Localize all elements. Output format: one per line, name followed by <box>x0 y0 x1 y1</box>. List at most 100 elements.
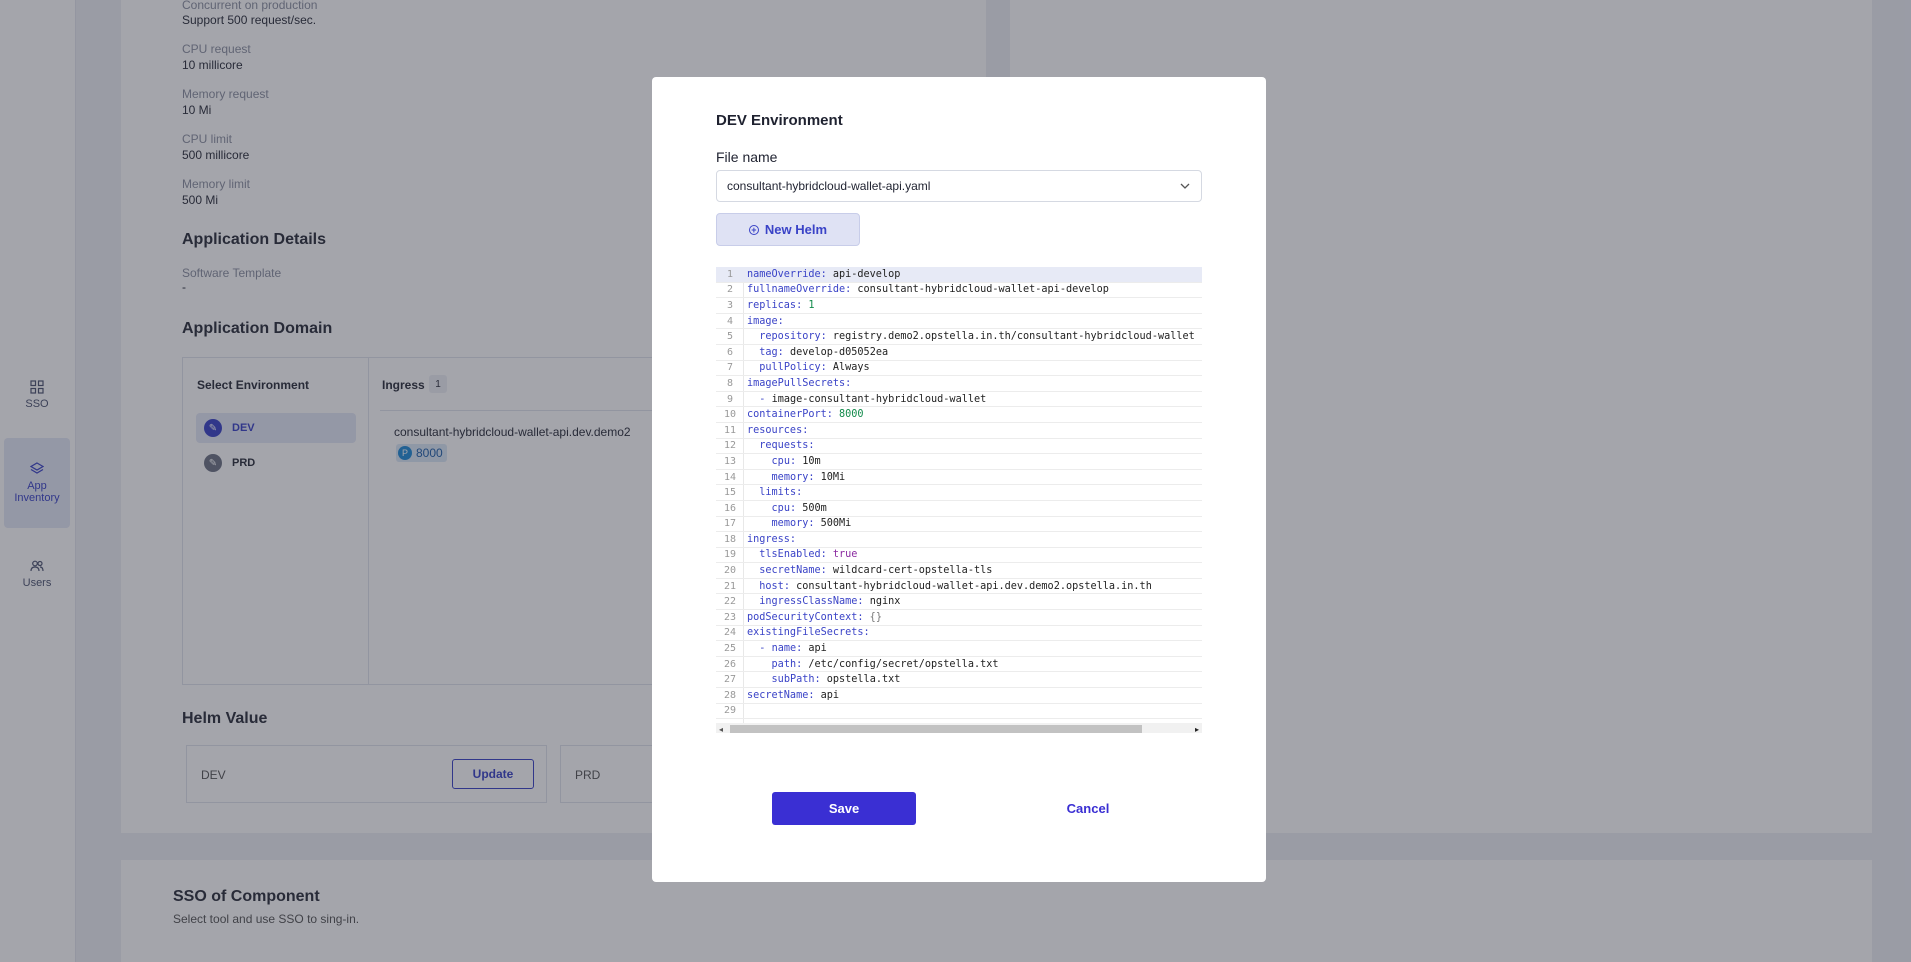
code-line[interactable]: 12 requests: <box>716 439 1202 455</box>
line-number: 12 <box>723 440 737 452</box>
code-text: podSecurityContext: {} <box>747 611 882 623</box>
line-number: 6 <box>726 346 734 358</box>
cancel-button[interactable]: Cancel <box>1016 792 1160 825</box>
code-text: memory: 500Mi <box>771 518 852 530</box>
scroll-right-icon[interactable]: ▸ <box>1195 725 1199 733</box>
code-text: limits: <box>759 487 803 499</box>
line-number: 17 <box>723 518 737 530</box>
code-text: cpu: 500m <box>771 502 827 514</box>
line-number: 7 <box>726 362 734 374</box>
line-number: 16 <box>723 502 737 514</box>
code-line[interactable]: 20 secretName: wildcard-cert-opstella-tl… <box>716 563 1202 579</box>
code-text: secretName: wildcard-cert-opstella-tls <box>759 565 993 577</box>
code-line[interactable]: 22 ingressClassName: nginx <box>716 594 1202 611</box>
code-line[interactable]: 27 subPath: opstella.txt <box>716 672 1202 689</box>
code-line[interactable]: 3 replicas: 1 <box>716 298 1202 314</box>
code-text: existingFileSecrets: <box>747 627 870 639</box>
code-line[interactable]: 18 ingress: <box>716 532 1202 548</box>
line-number: 24 <box>723 627 737 639</box>
code-text: requests: <box>759 440 815 452</box>
code-line[interactable]: 15 limits: <box>716 485 1202 501</box>
code-text: tlsEnabled: true <box>759 549 858 561</box>
line-number: 27 <box>723 674 737 686</box>
line-number: 26 <box>723 658 737 670</box>
horizontal-scrollbar[interactable]: ◂ ▸ <box>716 723 1202 733</box>
line-number: 9 <box>726 393 734 405</box>
code-line[interactable]: 4 image: <box>716 314 1202 330</box>
file-name-select[interactable]: consultant-hybridcloud-wallet-api.yaml <box>716 170 1202 202</box>
save-button[interactable]: Save <box>772 792 916 825</box>
dialog-title: DEV Environment <box>716 112 843 129</box>
scrollbar-thumb[interactable] <box>730 725 1142 733</box>
plus-circle-icon: + <box>748 224 759 235</box>
code-line[interactable]: 21 host: consultant-hybridcloud-wallet-a… <box>716 579 1202 595</box>
code-line[interactable]: 23 podSecurityContext: {} <box>716 610 1202 626</box>
code-text: host: consultant-hybridcloud-wallet-api.… <box>759 580 1152 592</box>
line-number: 18 <box>723 533 737 545</box>
code-text: nameOverride: api-develop <box>747 268 901 280</box>
code-line[interactable]: 9 - image-consultant-hybridcloud-wallet <box>716 392 1202 408</box>
code-line[interactable]: 29 <box>716 704 1202 720</box>
code-text: subPath: opstella.txt <box>771 674 901 686</box>
code-line[interactable]: 6 tag: develop-d05052ea <box>716 345 1202 361</box>
line-number: 8 <box>726 377 734 389</box>
code-line[interactable]: 2 fullnameOverride: consultant-hybridclou… <box>716 283 1202 299</box>
code-line[interactable]: 24 existingFileSecrets: <box>716 626 1202 642</box>
code-text: path: /etc/config/secret/opstella.txt <box>771 658 999 670</box>
code-line[interactable]: 8 imagePullSecrets: <box>716 376 1202 392</box>
line-number: 22 <box>723 596 737 608</box>
line-number: 1 <box>726 268 734 280</box>
code-lines: 1 nameOverride: api-develop 2 fullnameOverr… <box>716 267 1202 720</box>
line-number: 11 <box>723 424 737 436</box>
code-line[interactable]: 28 secretName: api <box>716 688 1202 704</box>
dev-environment-dialog: DEV Environment File name consultant-hyb… <box>652 77 1266 882</box>
line-number: 15 <box>723 487 737 499</box>
code-line[interactable]: 13 cpu: 10m <box>716 454 1202 470</box>
code-line[interactable]: 5 repository: registry.demo2.opstella.in… <box>716 329 1202 345</box>
new-helm-button[interactable]: + New Helm <box>716 213 860 246</box>
code-line[interactable]: 17 memory: 500Mi <box>716 517 1202 533</box>
code-text: repository: registry.demo2.opstella.in.t… <box>759 331 1195 343</box>
code-text: tag: develop-d05052ea <box>759 346 889 358</box>
line-number: 25 <box>723 643 737 655</box>
code-text: fullnameOverride: consultant-hybridcloud… <box>747 284 1109 296</box>
code-text: imagePullSecrets: <box>747 377 852 389</box>
code-text: resources: <box>747 424 809 436</box>
line-number: 13 <box>723 455 737 467</box>
code-text: - image-consultant-hybridcloud-wallet <box>759 393 987 405</box>
line-number: 4 <box>726 315 734 327</box>
file-name-value: consultant-hybridcloud-wallet-api.yaml <box>727 179 931 193</box>
file-name-label: File name <box>716 149 778 165</box>
scroll-left-icon[interactable]: ◂ <box>719 725 723 733</box>
line-number: 2 <box>726 284 734 296</box>
line-number: 3 <box>726 299 734 311</box>
code-text: cpu: 10m <box>771 455 821 467</box>
line-number: 5 <box>726 331 734 343</box>
code-line[interactable]: 14 memory: 10Mi <box>716 470 1202 486</box>
code-line[interactable]: 19 tlsEnabled: true <box>716 548 1202 564</box>
code-text: ingress: <box>747 533 797 545</box>
code-line[interactable]: 25 - name: api <box>716 641 1202 657</box>
yaml-code-editor[interactable]: 1 nameOverride: api-develop 2 fullnameOverr… <box>716 267 1202 733</box>
code-line[interactable]: 1 nameOverride: api-develop <box>716 267 1202 283</box>
code-text: image: <box>747 315 784 327</box>
code-text: pullPolicy: Always <box>759 362 870 374</box>
line-number: 19 <box>723 549 737 561</box>
code-text: secretName: api <box>747 689 840 701</box>
code-line[interactable]: 7 pullPolicy: Always <box>716 361 1202 377</box>
code-text: - name: api <box>759 643 827 655</box>
code-line[interactable]: 11 resources: <box>716 423 1202 439</box>
code-line[interactable]: 26 path: /etc/config/secret/opstella.txt <box>716 657 1202 673</box>
line-number: 28 <box>723 689 737 701</box>
line-number: 14 <box>723 471 737 483</box>
new-helm-label: New Helm <box>764 222 828 237</box>
code-text: containerPort: 8000 <box>747 409 864 421</box>
code-text: ingressClassName: nginx <box>759 596 901 608</box>
chevron-down-icon <box>1180 183 1190 189</box>
line-number: 23 <box>723 611 737 623</box>
code-line[interactable]: 16 cpu: 500m <box>716 501 1202 517</box>
code-line[interactable]: 10 containerPort: 8000 <box>716 407 1202 423</box>
code-text: replicas: 1 <box>747 299 815 311</box>
line-number: 20 <box>723 565 737 577</box>
line-number: 10 <box>723 409 737 421</box>
